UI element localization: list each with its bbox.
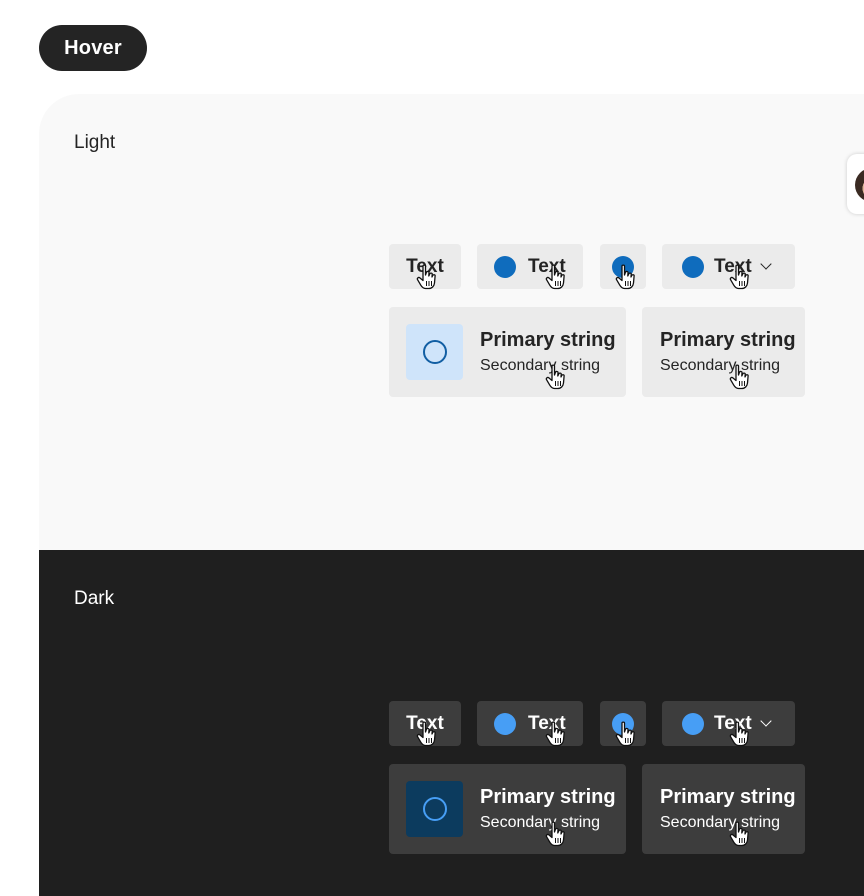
icon-text-button[interactable]: Text bbox=[477, 244, 583, 289]
compound-button[interactable]: Primary string Secondary string bbox=[642, 764, 805, 854]
circle-icon bbox=[612, 255, 634, 278]
ring-icon bbox=[422, 797, 447, 821]
circle-icon bbox=[682, 255, 704, 278]
card-primary-text: Primary string bbox=[660, 329, 796, 351]
menu-button[interactable]: Text bbox=[662, 244, 795, 289]
icon-text-button[interactable]: Text bbox=[477, 701, 583, 746]
card-primary-text: Primary string bbox=[660, 786, 796, 808]
card-secondary-text: Secondary string bbox=[660, 357, 781, 374]
ring-icon bbox=[422, 340, 447, 364]
compound-button[interactable]: Primary string Secondary string bbox=[642, 307, 805, 397]
light-theme-panel: Light Text Text Text Primary string Seco… bbox=[39, 94, 864, 550]
icon-text-button-label: Text bbox=[528, 712, 566, 734]
dark-theme-panel: Dark Text Text Text Primary string Secon… bbox=[39, 550, 864, 896]
page: Hover Light Text Text Text Primary strin… bbox=[0, 0, 864, 896]
dark-panel-title: Dark bbox=[74, 588, 115, 609]
text-button-label: Text bbox=[406, 712, 444, 734]
state-label-pill: Hover bbox=[39, 25, 147, 71]
card-icon-container bbox=[406, 781, 463, 837]
menu-button-label: Text bbox=[714, 255, 752, 277]
card-icon-container bbox=[406, 324, 463, 380]
circle-icon bbox=[494, 255, 516, 278]
light-panel-title: Light bbox=[74, 132, 116, 153]
card-secondary-text: Secondary string bbox=[480, 357, 601, 374]
chevron-down-icon bbox=[760, 715, 772, 727]
text-button[interactable]: Text bbox=[389, 701, 461, 746]
text-button[interactable]: Text bbox=[389, 244, 461, 289]
text-button-label: Text bbox=[406, 255, 444, 277]
menu-button-label: Text bbox=[714, 712, 752, 734]
compound-button-with-icon[interactable]: Primary string Secondary string bbox=[389, 307, 626, 397]
circle-icon bbox=[612, 712, 634, 735]
avatar[interactable] bbox=[847, 154, 864, 214]
card-primary-text: Primary string bbox=[480, 786, 616, 808]
circle-icon bbox=[682, 712, 704, 735]
card-secondary-text: Secondary string bbox=[480, 814, 601, 831]
card-secondary-text: Secondary string bbox=[660, 814, 781, 831]
menu-button[interactable]: Text bbox=[662, 701, 795, 746]
avatar-image bbox=[855, 168, 864, 202]
icon-only-button[interactable] bbox=[600, 701, 646, 746]
circle-icon bbox=[494, 712, 516, 735]
compound-button-with-icon[interactable]: Primary string Secondary string bbox=[389, 764, 626, 854]
card-primary-text: Primary string bbox=[480, 329, 616, 351]
chevron-down-icon bbox=[760, 258, 772, 270]
icon-text-button-label: Text bbox=[528, 255, 566, 277]
icon-only-button[interactable] bbox=[600, 244, 646, 289]
